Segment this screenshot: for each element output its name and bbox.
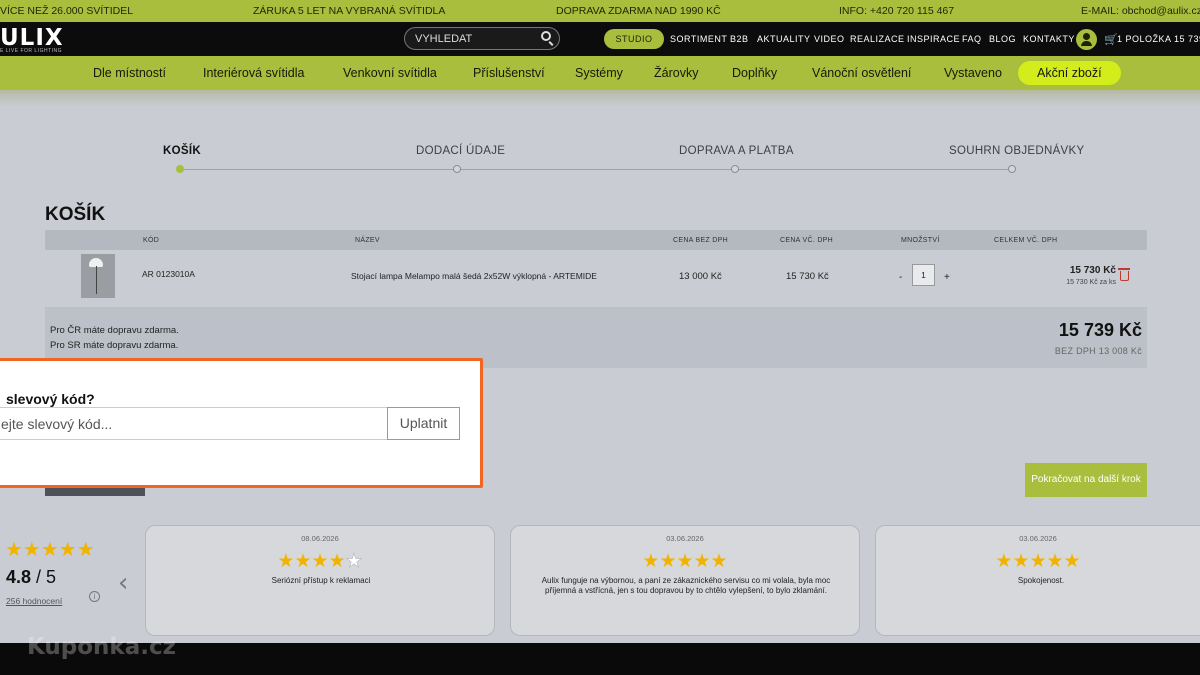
apply-discount-button[interactable]: Uplatnit: [387, 407, 460, 440]
search-icon[interactable]: [541, 31, 551, 41]
category-zarovky[interactable]: Žárovky: [654, 66, 698, 80]
user-icon[interactable]: [1076, 29, 1097, 50]
info-bar: VÍCE NEŽ 26.000 SVÍTIDEL ZÁRUKA 5 LET NA…: [0, 0, 1200, 22]
search-input[interactable]: VYHLEDAT: [404, 27, 560, 50]
discount-title: slevový kód?: [6, 391, 95, 407]
header: ULIX E LIVE FOR LIGHTING VYHLEDAT STUDIO…: [0, 22, 1200, 56]
category-venkovni[interactable]: Venkovní svítidla: [343, 66, 437, 80]
nav-sortiment[interactable]: SORTIMENT: [670, 34, 727, 44]
info-icon[interactable]: i: [89, 591, 100, 602]
cart-summary[interactable]: 1 POLOŽKA 15 739: [1117, 34, 1200, 44]
nav-inspirace[interactable]: INSPIRACE: [907, 34, 960, 44]
review-text: Spokojenost.: [1017, 576, 1065, 585]
step-souhrn[interactable]: SOUHRN OBJEDNÁVKY: [949, 145, 1084, 157]
shipping-sk-note: Pro SR máte dopravu zdarma.: [50, 340, 179, 351]
category-vystaveno[interactable]: Vystaveno: [944, 66, 1002, 80]
column-name: NÁZEV: [355, 237, 380, 244]
review-stars-filled: ★★★★★: [642, 551, 728, 572]
cart-icon[interactable]: 🛒: [1104, 33, 1118, 46]
rating-max: / 5: [31, 567, 57, 587]
chevron-left-icon[interactable]: ‹: [118, 568, 128, 598]
step-doprava-platba[interactable]: DOPRAVA A PLATBA: [679, 145, 794, 157]
category-akcni-zbozi[interactable]: Akční zboží: [1018, 61, 1121, 85]
nav-video[interactable]: VIDEO: [814, 34, 845, 44]
qty-plus-button[interactable]: +: [944, 272, 950, 283]
review-card: 08.06.2026 ★★★★★ Seriózní přístup k rekl…: [145, 525, 495, 636]
column-quantity: MNOŽSTVÍ: [901, 237, 940, 244]
step-dodaci-udaje[interactable]: DODACÍ ÚDAJE: [416, 145, 505, 157]
info-products: VÍCE NEŽ 26.000 SVÍTIDEL: [0, 5, 134, 17]
column-total: CELKEM VČ. DPH: [994, 237, 1058, 244]
nav-aktuality[interactable]: AKTUALITY: [757, 34, 811, 44]
review-text: Seriózní přístup k reklamaci: [271, 576, 371, 585]
product-image[interactable]: [81, 254, 115, 298]
step-dot-dodaci: [453, 165, 461, 173]
table-header: [45, 230, 1147, 250]
review-card: 03.06.2026 ★★★★★ Aulix funguje na výborn…: [510, 525, 860, 636]
studio-button[interactable]: STUDIO: [604, 29, 664, 49]
category-nav: Dle místností Interiérová svítidla Venko…: [0, 56, 1200, 90]
continue-button[interactable]: Pokračovat na další krok: [1025, 463, 1147, 497]
review-star-empty: ★: [345, 551, 363, 573]
category-dle-mistnosti[interactable]: Dle místností: [93, 66, 166, 80]
nav-faq[interactable]: FAQ: [962, 34, 982, 44]
info-shipping: DOPRAVA ZDARMA NAD 1990 KČ: [556, 5, 721, 17]
product-name[interactable]: Stojací lampa Melampo malá šedá 2x52W vý…: [351, 271, 597, 281]
info-warranty: ZÁRUKA 5 LET NA VYBRANÁ SVÍTIDLA: [253, 5, 446, 17]
product-total: 15 730 Kč: [1069, 265, 1116, 276]
product-code: AR 0123010A: [142, 269, 195, 279]
category-vanocni[interactable]: Vánoční osvětlení: [812, 66, 911, 80]
footer: [0, 643, 1200, 675]
watermark: Kuponka.cz: [27, 634, 177, 660]
category-interierova[interactable]: Interiérová svítidla: [203, 66, 304, 80]
category-doplnky[interactable]: Doplňky: [732, 66, 777, 80]
review-text: Aulix funguje na výbornou, a paní ze zák…: [541, 576, 831, 595]
review-stars: ★★★★★: [876, 550, 1200, 573]
trash-icon[interactable]: [1118, 268, 1130, 281]
review-stars: ★★★★★: [146, 550, 494, 573]
nav-kontakty[interactable]: KONTAKTY: [1023, 34, 1075, 44]
discount-code-input[interactable]: ejte slevový kód...: [0, 407, 387, 440]
review-date: 03.06.2026: [1019, 534, 1057, 543]
review-stars-filled: ★★★★★: [995, 551, 1081, 572]
quantity-input[interactable]: 1: [912, 264, 935, 286]
rating-value: 4.8 / 5: [6, 567, 56, 588]
qty-minus-button[interactable]: -: [899, 272, 902, 283]
review-date: 08.06.2026: [301, 534, 339, 543]
rating-stars: ★★★★★: [5, 539, 95, 561]
product-unit-price: 15 730 Kč za ks: [1066, 279, 1116, 286]
step-dot-kosik: [176, 165, 184, 173]
category-systemy[interactable]: Systémy: [575, 66, 623, 80]
step-kosik[interactable]: KOŠÍK: [163, 145, 201, 157]
cart-total: 15 739 Kč: [1058, 320, 1142, 340]
nav-shadow: [0, 90, 1200, 106]
shipping-cz-note: Pro ČR máte dopravu zdarma.: [50, 325, 179, 336]
info-email[interactable]: E-MAIL: obchod@aulix.cz: [1081, 5, 1200, 17]
rating-score: 4.8: [6, 567, 32, 587]
info-phone[interactable]: INFO: +420 720 115 467: [839, 5, 954, 17]
review-card: 03.06.2026 ★★★★★ Spokojenost.: [875, 525, 1200, 636]
column-price-ex-vat: CENA BEZ DPH: [673, 237, 728, 244]
nav-b2b[interactable]: B2B: [730, 34, 749, 44]
review-stars-filled: ★★★★: [277, 551, 346, 572]
step-dot-doprava: [731, 165, 739, 173]
page-title: KOŠÍK: [45, 204, 106, 225]
nav-realizace[interactable]: REALIZACE: [850, 34, 905, 44]
step-progress-line: [180, 169, 1012, 170]
category-prislusenstvi[interactable]: Příslušenství: [473, 66, 545, 80]
cart-total-ex-vat: BEZ DPH 13 008 Kč: [1054, 346, 1142, 356]
review-date: 03.06.2026: [666, 534, 704, 543]
product-price-inc-vat: 15 730 Kč: [786, 271, 829, 282]
step-dot-souhrn: [1008, 165, 1016, 173]
column-code: KÓD: [143, 237, 160, 244]
rating-count-link[interactable]: 256 hodnocení: [6, 596, 62, 606]
nav-blog[interactable]: BLOG: [989, 34, 1016, 44]
review-stars: ★★★★★: [511, 550, 859, 573]
product-price-ex-vat: 13 000 Kč: [679, 271, 722, 282]
column-price-inc-vat: CENA VČ. DPH: [780, 237, 833, 244]
logo-tagline: E LIVE FOR LIGHTING: [0, 48, 63, 54]
discount-code-panel: slevový kód? ejte slevový kód... Uplatni…: [0, 358, 483, 488]
